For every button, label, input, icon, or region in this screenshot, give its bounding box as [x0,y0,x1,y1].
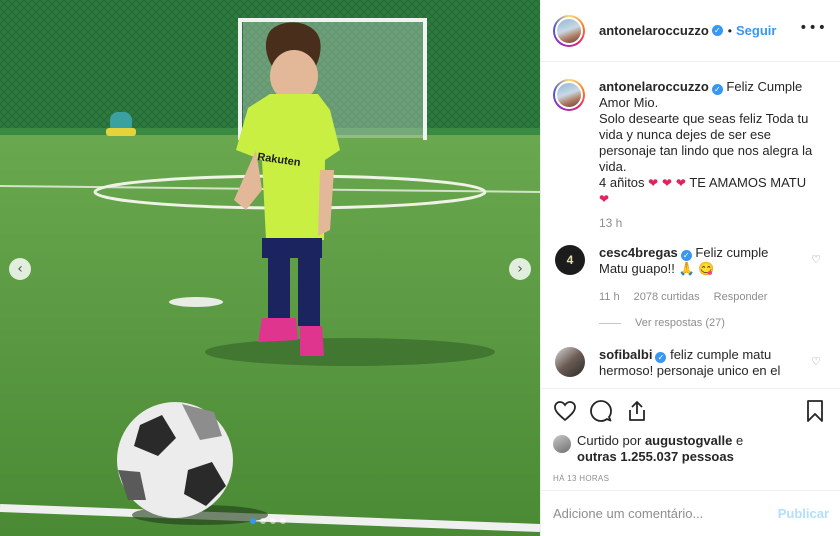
comment-body: sofibalbi ✓ feliz cumple matu hermoso! pe… [599,347,799,379]
instagram-post: Rakuten ‹ › antonelaroccuzzo ✓ • Seguir … [0,0,840,536]
caption-username[interactable]: antonelaroccuzzo [599,79,709,94]
post-header: antonelaroccuzzo ✓ • Seguir ••• [541,0,840,62]
verified-badge-icon: ✓ [680,250,692,261]
likes-summary: Curtido por augustogvalle e outras 1.255… [553,433,829,465]
comment-like-heart-icon[interactable]: ♡ [811,355,821,368]
action-bar [553,389,829,433]
comment-like-heart-icon[interactable]: ♡ [811,253,821,266]
comment-time: 11 h [599,291,620,303]
likes-count-link[interactable]: outras 1.255.037 pessoas [577,449,734,464]
comment-meta: 11 h 2078 curtidas Responder [599,289,799,305]
post-sidebar: antonelaroccuzzo ✓ • Seguir ••• antonela… [540,0,840,536]
carousel-dot [270,518,276,524]
caption-body: antonelaroccuzzo ✓ Feliz Cumple Amor Mio.… [599,79,814,231]
likes-conjunction: e [735,433,744,448]
carousel-indicator [250,518,286,524]
commenter-avatar[interactable] [555,347,585,377]
carousel-dot [280,518,286,524]
header-separator: • [727,23,732,38]
likes-text: Curtido por augustogvalle e outras 1.255… [577,433,762,465]
post-caption: antonelaroccuzzo ✓ Feliz Cumple Amor Mio.… [553,79,829,231]
caption-text-after-hearts: TE AMAMOS MATU [689,175,807,190]
comment-item: sofibalbi ✓ feliz cumple matu hermoso! pe… [553,347,829,379]
comment-item: 4 cesc4bregas ✓ Feliz cumple Matu guapo!!… [553,245,829,305]
post-timestamp[interactable]: HÁ 13 HORAS [553,474,829,483]
like-heart-icon[interactable] [553,399,577,423]
heart-emojis: ❤ ❤ ❤ [648,176,686,190]
comment-body: cesc4bregas ✓ Feliz cumple Matu guapo!! 🙏… [599,245,799,305]
comment-username[interactable]: sofibalbi [599,347,652,362]
follow-button[interactable]: Seguir [736,23,776,38]
liker-avatar[interactable] [553,435,571,453]
carousel-dot [250,518,256,524]
chevron-left-icon: ‹ [17,261,23,277]
caption-avatar[interactable] [553,79,585,111]
post-actions-section: Curtido por augustogvalle e outras 1.255… [541,388,840,483]
add-comment-form: Publicar [541,490,840,536]
photo-illustration: Rakuten [0,0,540,536]
comment-username[interactable]: cesc4bregas [599,245,678,260]
reply-button[interactable]: Responder [714,289,768,305]
carousel-prev-button[interactable]: ‹ [9,258,31,280]
commenter-avatar[interactable]: 4 [555,245,585,275]
comment-input[interactable] [553,506,778,521]
author-avatar[interactable] [553,14,585,47]
comment-bubble-icon[interactable] [589,399,613,423]
chevron-right-icon: › [517,261,523,277]
caption-time: 13 h [599,216,623,230]
more-options-icon[interactable]: ••• [799,20,827,36]
post-photo[interactable]: Rakuten ‹ › [0,0,540,536]
share-icon[interactable] [625,399,649,423]
carousel-dot [260,518,266,524]
comments-list[interactable]: antonelaroccuzzo ✓ Feliz Cumple Amor Mio.… [541,63,840,388]
comment-likes[interactable]: 2078 curtidas [634,289,700,305]
view-replies-label: Ver respostas (27) [635,317,725,329]
liker-username[interactable]: augustogvalle [645,433,732,448]
carousel-next-button[interactable]: › [509,258,531,280]
author-username[interactable]: antonelaroccuzzo [599,23,709,38]
verified-badge-icon: ✓ [711,25,723,36]
bookmark-icon[interactable] [803,399,827,423]
heart-emoji: ❤ [599,192,610,206]
replies-divider [599,322,621,324]
view-replies-button[interactable]: Ver respostas (27) [599,317,829,329]
likes-prefix: Curtido por [577,433,642,448]
verified-badge-icon: ✓ [655,352,667,363]
verified-badge-icon: ✓ [711,84,723,95]
caption-text: Feliz Cumple Amor Mio. Solo desearte que… [599,79,813,190]
publish-button[interactable]: Publicar [778,506,829,521]
